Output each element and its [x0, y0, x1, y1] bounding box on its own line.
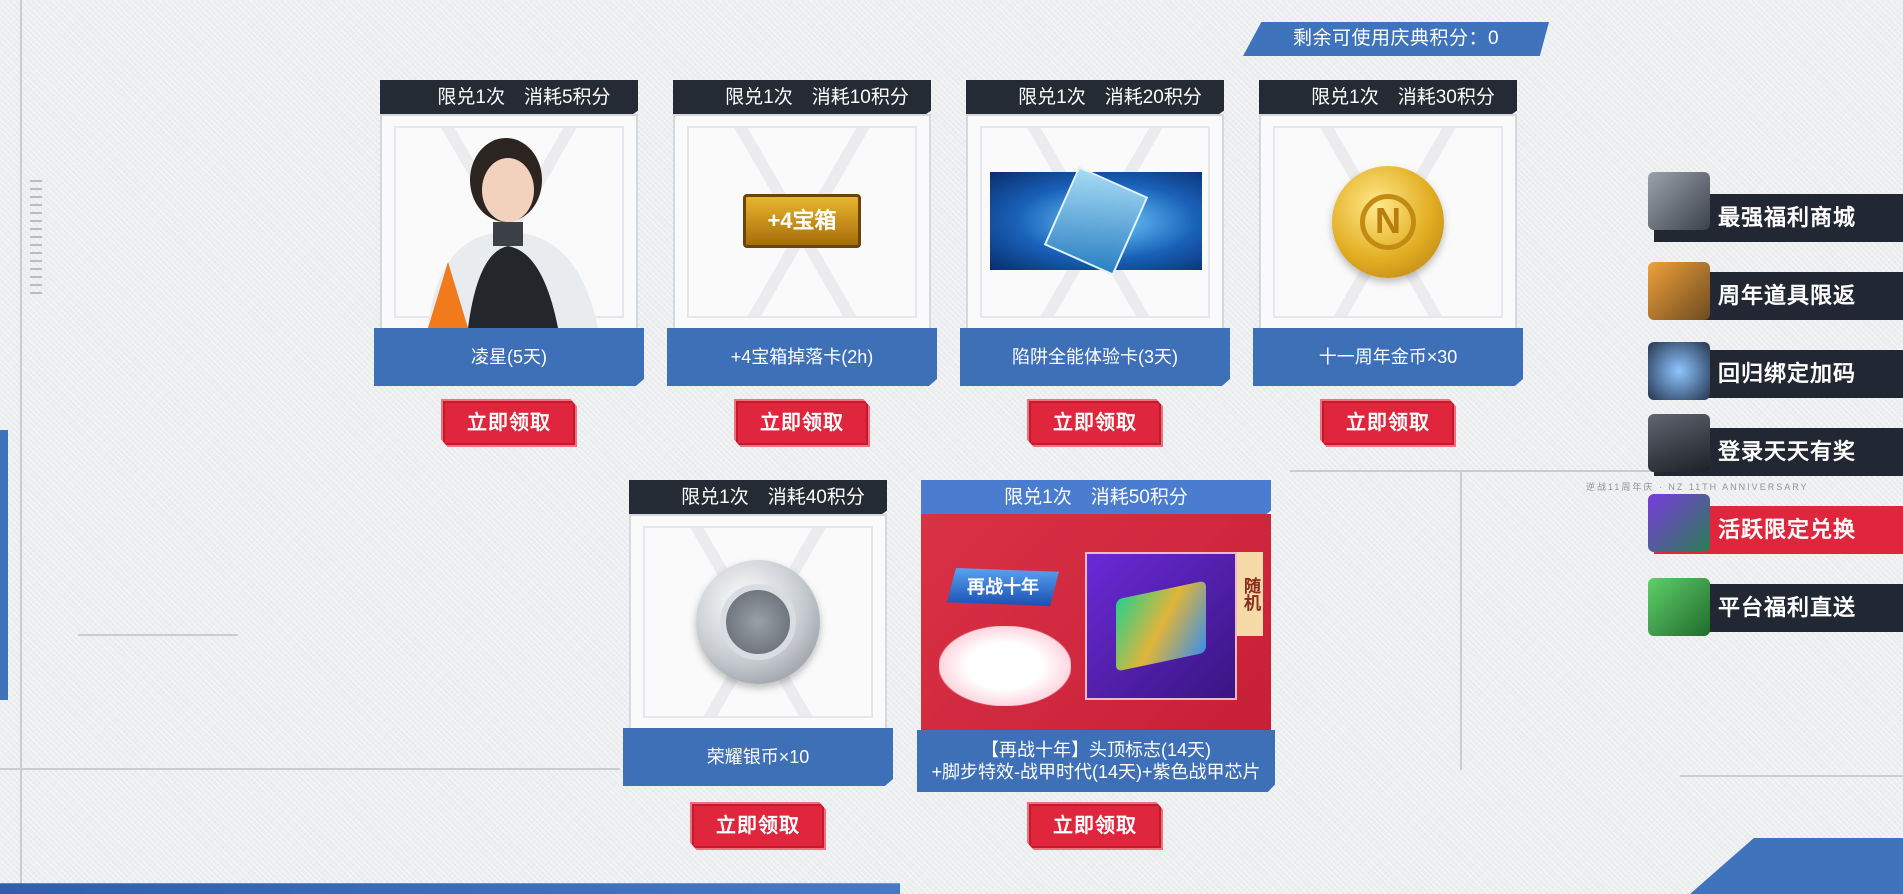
card-header: 限兑1次 消耗10积分 — [673, 80, 931, 116]
reward-card-30: 限兑1次 消耗30积分 N 十一周年金币×30 — [1253, 80, 1523, 392]
nav-label: 活跃限定兑换 — [1718, 517, 1857, 542]
item-name-line1: 【再战十年】头顶标志(14天) — [980, 740, 1211, 760]
card-showcase: 再战十年 随机 — [921, 514, 1271, 732]
character-portrait — [408, 122, 612, 328]
reward-card-10: 限兑1次 消耗10积分 +4宝箱 +4宝箱掉落卡(2h) — [667, 80, 937, 392]
card-item-name: 荣耀银币×10 — [623, 728, 893, 786]
claim-button[interactable]: 立即领取 — [1027, 399, 1163, 447]
points-balance-text: 剩余可使用庆典积分：0 — [1292, 28, 1500, 49]
card-header: 限兑1次 消耗30积分 — [1259, 80, 1517, 116]
bottom-right-blue-block — [1690, 838, 1903, 894]
reward-card-40: 限兑1次 消耗40积分 荣耀银币×10 — [623, 480, 893, 792]
drop-card-text: +4宝箱 — [767, 208, 837, 233]
chip-box-icon — [1085, 552, 1237, 700]
frame-line-mid-left — [78, 634, 238, 636]
card-frame — [629, 514, 887, 730]
dragon-icon — [1648, 172, 1710, 230]
creature-icon — [1648, 262, 1710, 320]
coupon-icon — [1648, 578, 1710, 636]
card-item-name: 陷阱全能体验卡(3天) — [960, 328, 1230, 386]
gold-coin-mark: N — [1360, 194, 1416, 250]
card-header: 限兑1次 消耗20积分 — [966, 80, 1224, 116]
card-item-name: +4宝箱掉落卡(2h) — [667, 328, 937, 386]
card-item-name: 凌星(5天) — [374, 328, 644, 386]
logo-icon — [1648, 342, 1710, 400]
reward-card-50: 限兑1次 消耗50积分 再战十年 随机 【再战十年】头顶标志(14天) +脚步特… — [917, 480, 1275, 792]
claim-button[interactable]: 立即领取 — [734, 399, 870, 447]
chip-box-icon — [1648, 494, 1710, 552]
nav-label: 登录天天有奖 — [1718, 439, 1857, 464]
anniversary-text: 逆战11周年庆 · NZ 11TH ANNIVERSARY — [1586, 482, 1809, 492]
nav-label: 平台福利直送 — [1718, 595, 1857, 620]
frame-line-right-vertical — [1460, 470, 1462, 770]
reward-card-20: 限兑1次 消耗20积分 陷阱全能体验卡(3天) — [960, 80, 1230, 392]
gold-coin-icon: N — [1332, 166, 1444, 278]
frame-line-bottom-right — [1680, 775, 1903, 777]
card-header: 限兑1次 消耗5积分 — [380, 80, 638, 116]
frame-line-bottom-left — [0, 768, 620, 770]
trap-card-image — [990, 166, 1202, 276]
reward-card-5: 限兑1次 消耗5积分 凌星(5天) — [374, 80, 644, 392]
claim-button[interactable]: 立即领取 — [690, 802, 826, 850]
card-item-name: 【再战十年】头顶标志(14天) +脚步特效-战甲时代(14天)+紫色战甲芯片 — [917, 730, 1275, 792]
decade-logo: 再战十年 — [947, 568, 1059, 606]
random-tag: 随机 — [1237, 552, 1263, 636]
drop-card-ticket: +4宝箱 — [743, 194, 861, 248]
silver-coin-icon — [696, 560, 820, 684]
card-frame — [966, 114, 1224, 330]
points-balance-bar: 剩余可使用庆典积分：0 — [1243, 22, 1549, 56]
frame-line-left — [20, 0, 22, 894]
claim-button[interactable]: 立即领取 — [1027, 802, 1163, 850]
left-edge-blue — [0, 430, 8, 700]
effect-cloud-icon — [939, 626, 1071, 706]
rifle-icon — [1648, 414, 1710, 472]
card-frame: +4宝箱 — [673, 114, 931, 330]
nav-label: 最强福利商城 — [1718, 205, 1857, 230]
card-header: 限兑1次 消耗40积分 — [629, 480, 887, 516]
left-ticks — [30, 180, 42, 300]
card-item-name: 十一周年金币×30 — [1253, 328, 1523, 386]
nav-label: 周年道具限返 — [1718, 283, 1857, 308]
item-name-line2: +脚步特效-战甲时代(14天)+紫色战甲芯片 — [931, 762, 1261, 782]
claim-button[interactable]: 立即领取 — [1320, 399, 1456, 447]
nav-label: 回归绑定加码 — [1718, 361, 1857, 386]
claim-button[interactable]: 立即领取 — [441, 399, 577, 447]
card-frame — [380, 114, 638, 330]
card-header: 限兑1次 消耗50积分 — [921, 480, 1271, 516]
card-frame: N — [1259, 114, 1517, 330]
